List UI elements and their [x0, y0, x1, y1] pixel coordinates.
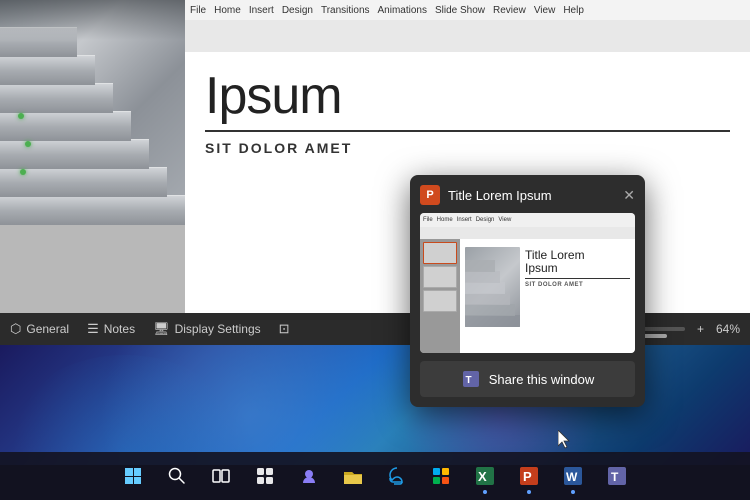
taskbar-edge[interactable]	[377, 456, 417, 496]
preview-slide-list	[420, 239, 460, 353]
slide-image	[0, 0, 185, 225]
display-icon: 🖥	[153, 321, 170, 337]
slide-title: Ipsum	[205, 70, 730, 122]
teams-icon: T	[606, 465, 628, 487]
file-explorer-icon	[342, 466, 364, 486]
preview-staircase	[465, 247, 520, 327]
slide-title-divider	[205, 130, 730, 132]
menu-view[interactable]: View	[534, 5, 556, 16]
status-general[interactable]: ⬡ General	[10, 321, 69, 337]
zoom-level: 64%	[716, 322, 740, 336]
taskbar-widgets[interactable]	[245, 456, 285, 496]
taskbar-file-explorer[interactable]	[333, 456, 373, 496]
preview-slide-canvas: Title LoremIpsum SIT DOLOR AMET	[460, 239, 635, 353]
taskbar-excel[interactable]: X	[465, 456, 505, 496]
status-display[interactable]: 🖥 Display Settings	[153, 321, 261, 337]
menu-review[interactable]: Review	[493, 5, 526, 16]
taskbar-powerpoint[interactable]: P	[509, 456, 549, 496]
preview-subtitle-text: SIT DOLOR AMET	[525, 282, 630, 290]
mouse-cursor	[558, 430, 572, 450]
word-icon: W	[562, 465, 584, 487]
svg-text:W: W	[566, 470, 578, 484]
teams-share-icon: T	[461, 369, 481, 389]
popup-preview-area: File Home Insert Design View	[420, 213, 635, 353]
taskbar-search[interactable]	[157, 456, 197, 496]
slide-main-content: Ipsum SIT DOLOR AMET	[205, 65, 730, 156]
powerpoint-preview-popup: P Title Lorem Ipsum ✕ File Home Insert D…	[410, 175, 645, 407]
toolbar	[185, 20, 750, 52]
edge-icon	[386, 465, 408, 487]
svg-text:X: X	[478, 469, 487, 484]
taskbar: X P W T	[0, 452, 750, 500]
slide-subtitle: SIT DOLOR AMET	[205, 140, 730, 156]
share-button-label: Share this window	[489, 372, 595, 387]
preview-slide-thumb-3	[423, 290, 457, 312]
preview-slide-thumb-1	[423, 242, 457, 264]
task-view-icon	[211, 466, 231, 486]
menu-home[interactable]: Home	[214, 5, 241, 16]
popup-header: P Title Lorem Ipsum ✕	[420, 185, 635, 205]
powerpoint-icon: P	[518, 465, 540, 487]
menu-insert[interactable]: Insert	[249, 5, 274, 16]
teams-chat-icon	[298, 465, 320, 487]
menu-transitions[interactable]: Transitions	[321, 5, 370, 16]
store-icon	[430, 465, 452, 487]
taskbar-teams-chat[interactable]	[289, 456, 329, 496]
menu-animations[interactable]: Animations	[378, 5, 427, 16]
menu-slideshow[interactable]: Slide Show	[435, 5, 485, 16]
zoom-plus[interactable]: +	[697, 322, 704, 336]
slide-thumbnail-panel	[0, 0, 185, 345]
taskbar-word[interactable]: W	[553, 456, 593, 496]
svg-text:T: T	[465, 375, 471, 386]
widgets-icon	[255, 466, 275, 486]
pp-app-logo: P	[420, 185, 440, 205]
taskbar-teams[interactable]: T	[597, 456, 637, 496]
menu-help[interactable]: Help	[563, 5, 584, 16]
preview-menu-bar: File Home Insert Design View	[420, 213, 635, 227]
preview-content: Title LoremIpsum SIT DOLOR AMET	[420, 239, 635, 353]
status-reading-view[interactable]: ⊡	[279, 321, 295, 337]
popup-close-button[interactable]: ✕	[623, 187, 635, 204]
taskbar-start-button[interactable]	[113, 456, 153, 496]
preview-slide-thumb-2	[423, 266, 457, 288]
taskbar-store[interactable]	[421, 456, 461, 496]
excel-icon: X	[474, 465, 496, 487]
status-notes[interactable]: ☰ Notes	[87, 321, 135, 337]
preview-toolbar	[420, 227, 635, 239]
menu-design[interactable]: Design	[282, 5, 313, 16]
staircase-image	[0, 0, 185, 225]
reading-view-icon: ⊡	[279, 321, 290, 337]
share-window-button[interactable]: T Share this window	[420, 361, 635, 397]
menu-file[interactable]: File	[190, 5, 206, 16]
notes-icon: ☰	[87, 321, 99, 337]
menu-bar: File Home Insert Design Transitions Anim…	[185, 0, 750, 20]
svg-text:T: T	[611, 470, 619, 484]
preview-slide-title: Title LoremIpsum SIT DOLOR AMET	[525, 249, 630, 290]
search-icon	[167, 466, 187, 486]
general-icon: ⬡	[10, 321, 21, 337]
svg-text:P: P	[523, 469, 532, 484]
windows-logo-icon	[125, 468, 141, 484]
popup-window-title: Title Lorem Ipsum	[448, 188, 552, 203]
taskbar-task-view[interactable]	[201, 456, 241, 496]
